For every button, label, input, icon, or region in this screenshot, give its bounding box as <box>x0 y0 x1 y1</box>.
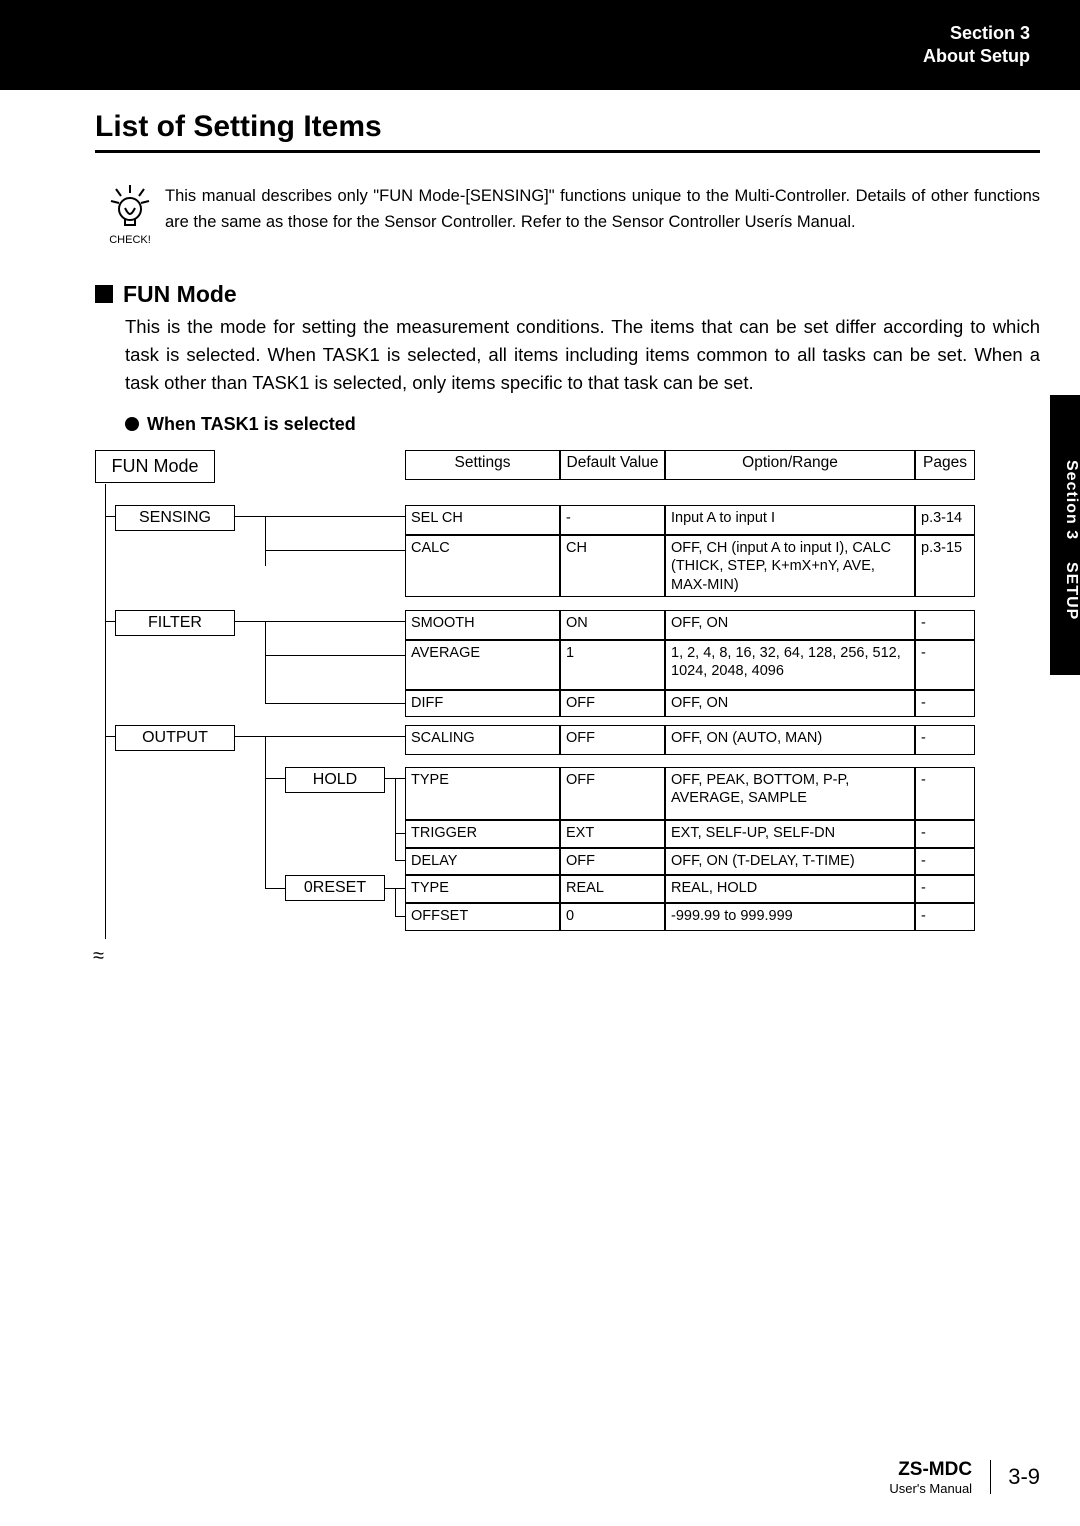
table-cell: DELAY <box>405 848 560 875</box>
table-cell: SMOOTH <box>405 610 560 640</box>
table-cell: TRIGGER <box>405 820 560 848</box>
table-cell: SEL CH <box>405 505 560 535</box>
table-cell: OFF <box>560 690 665 717</box>
fun-mode-paragraph: This is the mode for setting the measure… <box>125 313 1040 396</box>
fun-mode-heading: FUN Mode <box>95 281 1080 308</box>
footer-separator <box>990 1460 991 1494</box>
node-filter: FILTER <box>115 610 235 636</box>
tree-line <box>385 888 405 889</box>
table-cell: - <box>915 767 975 820</box>
continuation-icon: ≈ <box>93 945 104 968</box>
header-about: About Setup <box>923 45 1030 68</box>
table-cell: DIFF <box>405 690 560 717</box>
tree-line <box>235 736 405 737</box>
table-cell: - <box>915 640 975 690</box>
table-cell: SCALING <box>405 725 560 755</box>
check-label: CHECK! <box>109 234 151 246</box>
tree-line <box>105 484 106 939</box>
node-0reset: 0RESET <box>285 875 385 901</box>
table-cell: -999.99 to 999.999 <box>665 903 915 931</box>
header-bar: Section 3 About Setup <box>0 0 1080 90</box>
table-cell: - <box>915 610 975 640</box>
table-cell: Input A to input I <box>665 505 915 535</box>
table-cell: OFFSET <box>405 903 560 931</box>
table-cell: 1, 2, 4, 8, 16, 32, 64, 128, 256, 512, 1… <box>665 640 915 690</box>
table-cell: OFF, ON (T-DELAY, T-TIME) <box>665 848 915 875</box>
tree-line <box>265 655 405 656</box>
table-cell: AVERAGE <box>405 640 560 690</box>
tree-line <box>265 516 266 566</box>
table-cell: TYPE <box>405 767 560 820</box>
square-bullet-icon <box>95 285 113 303</box>
table-cell: CALC <box>405 535 560 597</box>
table-cell: EXT <box>560 820 665 848</box>
table-cell: - <box>915 848 975 875</box>
table-cell: - <box>560 505 665 535</box>
table-cell: OFF, ON <box>665 690 915 717</box>
table-cell: REAL <box>560 875 665 903</box>
table-cell: REAL, HOLD <box>665 875 915 903</box>
tree-line <box>105 516 115 517</box>
table-cell: OFF <box>560 848 665 875</box>
node-output: OUTPUT <box>115 725 235 751</box>
footer-page: 3-9 <box>1008 1464 1040 1489</box>
table-cell: OFF, ON (AUTO, MAN) <box>665 725 915 755</box>
footer: ZS-MDC User's Manual 3-9 <box>889 1458 1040 1496</box>
table-cell: 0 <box>560 903 665 931</box>
dot-bullet-icon <box>125 417 139 431</box>
table-cell: CH <box>560 535 665 597</box>
tree-line <box>265 778 285 779</box>
th-settings: Settings <box>405 450 560 480</box>
table-cell: TYPE <box>405 875 560 903</box>
task1-subheading: When TASK1 is selected <box>125 414 1080 435</box>
tree-line <box>235 516 405 517</box>
tree-line <box>235 621 405 622</box>
th-default: Default Value <box>560 450 665 480</box>
side-tab: Section 3 SETUP <box>1050 395 1080 675</box>
table-cell: - <box>915 903 975 931</box>
table-cell: - <box>915 820 975 848</box>
table-cell: p.3-15 <box>915 535 975 597</box>
tree-line <box>395 833 405 834</box>
table-cell: EXT, SELF-UP, SELF-DN <box>665 820 915 848</box>
tree-line <box>385 778 405 779</box>
tree-line <box>395 916 405 917</box>
table-cell: OFF, CH (input A to input I), CALC (THIC… <box>665 535 915 597</box>
check-text: This manual describes only "FUN Mode-[SE… <box>165 183 1040 236</box>
tree-line <box>265 888 285 889</box>
th-option: Option/Range <box>665 450 915 480</box>
footer-manual: User's Manual <box>889 1481 972 1496</box>
side-tab-setup: SETUP <box>1062 562 1080 620</box>
tree-line <box>395 888 396 916</box>
check-icon: CHECK! <box>95 183 165 246</box>
page-title: List of Setting Items <box>95 110 1080 144</box>
table-cell: p.3-14 <box>915 505 975 535</box>
table-cell: OFF <box>560 767 665 820</box>
header-section: Section 3 <box>923 22 1030 45</box>
check-note: CHECK! This manual describes only "FUN M… <box>95 183 1040 246</box>
tree-line <box>395 860 405 861</box>
node-sensing: SENSING <box>115 505 235 531</box>
tree-line <box>265 550 405 551</box>
table-cell: OFF, PEAK, BOTTOM, P-P, AVERAGE, SAMPLE <box>665 767 915 820</box>
tree-line <box>105 736 115 737</box>
node-hold: HOLD <box>285 767 385 793</box>
table-cell: - <box>915 690 975 717</box>
table-cell: ON <box>560 610 665 640</box>
tree-line <box>395 778 396 860</box>
tree-line <box>265 703 405 704</box>
title-rule <box>95 150 1040 153</box>
table-cell: OFF <box>560 725 665 755</box>
tree-line <box>265 621 266 703</box>
tree-line <box>265 736 266 888</box>
table-cell: - <box>915 725 975 755</box>
th-pages: Pages <box>915 450 975 480</box>
side-tab-section: Section 3 <box>1062 460 1080 540</box>
footer-brand: ZS-MDC <box>898 1459 972 1480</box>
table-cell: 1 <box>560 640 665 690</box>
node-fun-mode: FUN Mode <box>95 450 215 483</box>
table-cell: OFF, ON <box>665 610 915 640</box>
table-cell: - <box>915 875 975 903</box>
tree-line <box>105 621 115 622</box>
